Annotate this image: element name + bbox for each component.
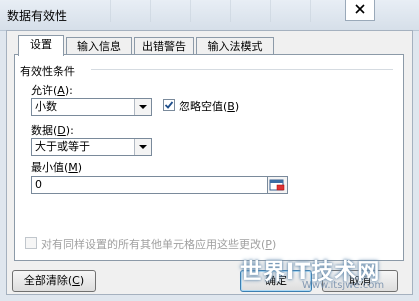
background-grid-line xyxy=(230,0,231,22)
ok-label: 确定 xyxy=(265,274,287,287)
tab-input-message[interactable]: 输入信息 xyxy=(66,37,132,55)
background-grid-line xyxy=(110,0,111,22)
minimum-input-value: 0 xyxy=(35,178,42,191)
range-picker-button[interactable] xyxy=(267,176,288,194)
data-label: 数据(D): xyxy=(31,124,74,137)
close-button[interactable] xyxy=(345,0,375,21)
allow-select-value: 小数 xyxy=(35,100,57,113)
group-divider xyxy=(91,69,393,70)
data-select-value: 大于或等于 xyxy=(35,140,90,153)
chevron-down-icon[interactable] xyxy=(134,99,151,115)
minimum-label: 最小值(M) xyxy=(31,161,83,174)
background-grid-line xyxy=(270,0,271,22)
background-grid-line xyxy=(310,0,311,22)
chevron-down-icon[interactable] xyxy=(134,139,151,155)
background-grid-line xyxy=(150,0,151,22)
data-select[interactable]: 大于或等于 xyxy=(31,138,152,156)
settings-panel: 有效性条件 允许(A): 小数 忽略空值(B) 数据(D): 大于或等于 最小值… xyxy=(14,54,404,261)
ignore-blank-checkbox[interactable] xyxy=(163,99,175,111)
tab-ime-mode[interactable]: 输入法模式 xyxy=(196,37,274,55)
tab-error-alert[interactable]: 出错警告 xyxy=(134,37,194,55)
validation-criteria-heading: 有效性条件 xyxy=(20,65,75,78)
close-icon xyxy=(355,4,365,14)
tab-label: 设置 xyxy=(30,38,52,51)
cancel-label: 取消 xyxy=(349,274,371,287)
tab-label: 输入信息 xyxy=(77,40,121,53)
window-title: 数据有效性 xyxy=(7,9,68,23)
allow-label: 允许(A): xyxy=(31,84,73,97)
check-icon xyxy=(164,101,174,109)
clear-all-button[interactable]: 全部清除(C) xyxy=(12,270,96,292)
title-bar[interactable]: 数据有效性 xyxy=(0,0,419,31)
background-grid-line xyxy=(190,0,191,22)
clear-all-label: 全部清除(C) xyxy=(23,274,85,287)
apply-to-all-checkbox[interactable] xyxy=(25,237,37,249)
allow-select[interactable]: 小数 xyxy=(31,98,152,116)
cancel-button[interactable]: 取消 xyxy=(322,270,398,292)
tab-label: 出错警告 xyxy=(142,40,186,53)
apply-to-all-label: 对有同样设置的所有其他单元格应用这些更改(P) xyxy=(41,238,277,251)
collapse-dialog-icon xyxy=(269,179,285,191)
ok-button[interactable]: 确定 xyxy=(240,270,312,292)
tab-label: 输入法模式 xyxy=(207,40,263,53)
ignore-blank-label: 忽略空值(B) xyxy=(179,100,240,113)
minimum-input[interactable]: 0 xyxy=(31,176,287,194)
tab-settings[interactable]: 设置 xyxy=(18,35,64,56)
